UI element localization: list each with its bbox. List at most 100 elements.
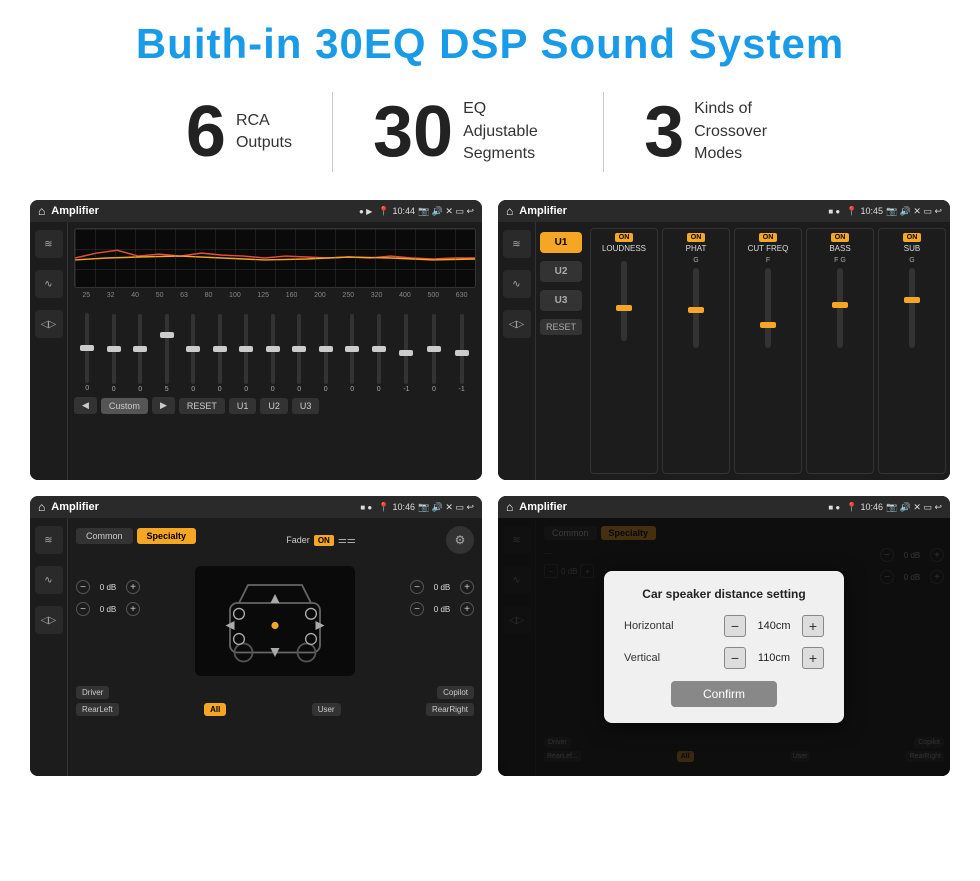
- dialog-horizontal-label: Horizontal: [624, 620, 694, 632]
- features-row: 6 RCA Outputs 30 EQ Adjustable Segments …: [30, 92, 950, 172]
- status-bar-3: ⌂ Amplifier ■ ● 📍 10:46 📷 🔊 ✕ ▭ ↩: [30, 496, 482, 518]
- vertical-minus-btn[interactable]: −: [724, 647, 746, 669]
- vol-plus-br[interactable]: +: [460, 602, 474, 616]
- cv-on-phat: ON: [687, 233, 706, 242]
- wave-icon-2[interactable]: ∿: [503, 270, 531, 298]
- eq-reset-btn[interactable]: RESET: [179, 398, 225, 414]
- bl-copilot[interactable]: Copilot: [437, 686, 474, 699]
- eq-icon-2[interactable]: ≋: [503, 230, 531, 258]
- vol-icon-3[interactable]: ◁▷: [35, 606, 63, 634]
- vol-plus-tl[interactable]: +: [126, 580, 140, 594]
- bl-all[interactable]: All: [204, 703, 226, 716]
- cv-sub: ON SUB G: [878, 228, 946, 474]
- volume-icon[interactable]: ◁▷: [35, 310, 63, 338]
- eq-freq-labels: 2532405063 80100125160200 25032040050063…: [74, 292, 476, 299]
- eq-icon-3[interactable]: ≋: [35, 526, 63, 554]
- vol-plus-tr[interactable]: +: [460, 580, 474, 594]
- vol-val-tl: 0 dB: [94, 583, 122, 592]
- media-icon-1: ● ▶: [359, 207, 372, 216]
- tab-specialty[interactable]: Specialty: [137, 528, 197, 544]
- wave-icon-3[interactable]: ∿: [35, 566, 63, 594]
- dialog-vertical-label: Vertical: [624, 652, 694, 664]
- eq-sliders: 0 0 0 5: [74, 303, 476, 393]
- car-diagram: [195, 566, 355, 676]
- bl-rearright[interactable]: RearRight: [426, 703, 474, 716]
- app-name-4: Amplifier: [519, 501, 822, 513]
- dialog-title: Car speaker distance setting: [624, 587, 824, 601]
- feature-desc-eq: EQ Adjustable Segments: [463, 98, 563, 165]
- confirm-button[interactable]: Confirm: [671, 681, 777, 707]
- eq-slider-col: 0: [271, 314, 275, 393]
- media-icon-2: ■ ●: [828, 207, 840, 216]
- cv-label-cutfreq: CUT FREQ: [748, 244, 789, 253]
- eq-slider-col: 0: [377, 314, 381, 393]
- vol-icon-2[interactable]: ◁▷: [503, 310, 531, 338]
- left-vol-controls: − 0 dB + − 0 dB +: [76, 560, 140, 682]
- screen-eq: ⌂ Amplifier ● ▶ 📍 10:44 📷 🔊 ✕ ▭ ↩ ≋ ∿ ◁▷: [30, 200, 482, 480]
- screen1-content: ≋ ∿ ◁▷ 2532405063 80100125160200: [30, 222, 482, 480]
- eq-u3-btn[interactable]: U3: [292, 398, 320, 414]
- u2-button[interactable]: U2: [540, 261, 582, 282]
- vol-ctrl-tr: − 0 dB +: [410, 580, 474, 594]
- app-name-3: Amplifier: [51, 501, 354, 513]
- tab-common[interactable]: Common: [76, 528, 133, 544]
- vol-minus-tr[interactable]: −: [410, 580, 424, 594]
- vol-plus-bl[interactable]: +: [126, 602, 140, 616]
- bl-driver[interactable]: Driver: [76, 686, 109, 699]
- eq-slider-col: 0: [244, 314, 248, 393]
- vertical-plus-btn[interactable]: +: [802, 647, 824, 669]
- u3-button[interactable]: U3: [540, 290, 582, 311]
- eq-u1-btn[interactable]: U1: [229, 398, 257, 414]
- eq-custom-btn[interactable]: Custom: [101, 398, 148, 414]
- eq-slider-col: -1: [403, 314, 409, 393]
- vol-val-br: 0 dB: [428, 605, 456, 614]
- bl-user[interactable]: User: [312, 703, 341, 716]
- vol-val-bl: 0 dB: [94, 605, 122, 614]
- screen-fader: ⌂ Amplifier ■ ● 📍 10:46 📷 🔊 ✕ ▭ ↩ ≋ ∿ ◁▷…: [30, 496, 482, 776]
- eq-slider-col: 5: [165, 314, 169, 393]
- u1-button[interactable]: U1: [540, 232, 582, 253]
- fader-on-badge: ON: [314, 535, 334, 546]
- dialog-row-horizontal: Horizontal − 140cm +: [624, 615, 824, 637]
- dialog-row-vertical: Vertical − 110cm +: [624, 647, 824, 669]
- eq-u2-btn[interactable]: U2: [260, 398, 288, 414]
- horizontal-minus-btn[interactable]: −: [724, 615, 746, 637]
- bottom-labels-2: RearLeft All User RearRight: [76, 703, 474, 716]
- status-bar-2: ⌂ Amplifier ■ ● 📍 10:45 📷 🔊 ✕ ▭ ↩: [498, 200, 950, 222]
- cv-on-cutfreq: ON: [759, 233, 778, 242]
- bottom-labels: Driver Copilot: [76, 686, 474, 699]
- cv-label-loudness: LOUDNESS: [602, 244, 646, 253]
- equalizer-icon[interactable]: ≋: [35, 230, 63, 258]
- vol-minus-bl[interactable]: −: [76, 602, 90, 616]
- eq-play-btn[interactable]: ▶: [152, 397, 175, 414]
- fader-tabs: Common Specialty: [76, 528, 196, 544]
- cv-on-sub: ON: [903, 233, 922, 242]
- page-wrapper: Buith-in 30EQ DSP Sound System 6 RCA Out…: [0, 0, 980, 796]
- settings-icon-3[interactable]: ⚙: [446, 526, 474, 554]
- vol-minus-br[interactable]: −: [410, 602, 424, 616]
- wave-icon[interactable]: ∿: [35, 270, 63, 298]
- horizontal-plus-btn[interactable]: +: [802, 615, 824, 637]
- dialog-vertical-stepper: − 110cm +: [724, 647, 824, 669]
- reset-button-cv[interactable]: RESET: [540, 319, 582, 335]
- vol-ctrl-tl: − 0 dB +: [76, 580, 140, 594]
- side-controls-2: ≋ ∿ ◁▷: [498, 222, 536, 480]
- status-bar-1: ⌂ Amplifier ● ▶ 📍 10:44 📷 🔊 ✕ ▭ ↩: [30, 200, 482, 222]
- eq-slider-col: 0: [324, 314, 328, 393]
- screens-grid: ⌂ Amplifier ● ▶ 📍 10:44 📷 🔊 ✕ ▭ ↩ ≋ ∿ ◁▷: [30, 200, 950, 776]
- speaker-layout: − 0 dB + − 0 dB +: [76, 560, 474, 682]
- feature-crossover: 3 Kinds of Crossover Modes: [604, 96, 834, 168]
- main-title: Buith-in 30EQ DSP Sound System: [30, 20, 950, 68]
- bl-rearleft[interactable]: RearLeft: [76, 703, 119, 716]
- vol-minus-tl[interactable]: −: [76, 580, 90, 594]
- fader-label: Fader: [286, 535, 310, 545]
- app-name-2: Amplifier: [519, 205, 822, 217]
- eq-slider-col: 0: [432, 314, 436, 393]
- eq-slider-col: -1: [458, 314, 464, 393]
- status-icons-2: 📍 10:45 📷 🔊 ✕ ▭ ↩: [846, 206, 942, 217]
- cv-cutfreq: ON CUT FREQ F: [734, 228, 802, 474]
- u-buttons: U1 U2 U3 RESET: [536, 222, 586, 480]
- dialog-overlay: Car speaker distance setting Horizontal …: [498, 518, 950, 776]
- screen4-content: ≋ ∿ ◁▷ Common Specialty ... − 0 dB: [498, 518, 950, 776]
- eq-prev-btn[interactable]: ◀: [74, 397, 97, 414]
